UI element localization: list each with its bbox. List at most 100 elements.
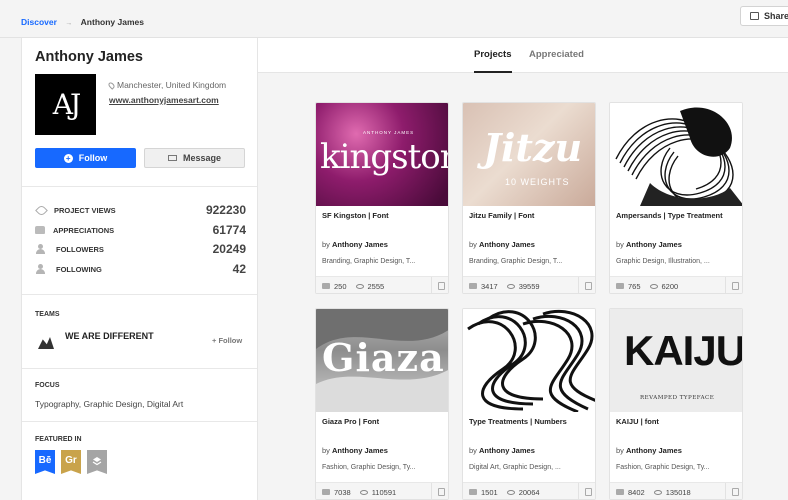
project-cover[interactable] [610,103,742,206]
project-title[interactable]: Jitzu Family | Font [469,211,534,220]
cover-subtitle: 10 WEIGHTS [505,177,570,187]
collection-icon[interactable] [725,277,742,293]
project-owner: by Anthony James [616,446,682,455]
by-prefix: by [322,240,330,249]
owner-name[interactable]: Anthony James [626,240,682,249]
project-owner: by Anthony James [469,446,535,455]
eye-icon [649,283,658,289]
stat-project-views: PROJECT VIEWS 922230 [35,203,246,217]
owner-name[interactable]: Anthony James [332,446,388,455]
project-fields: Fashion, Graphic Design, Ty... [322,464,416,471]
stat-value: 61774 [212,223,246,237]
project-cover[interactable]: KAIJU REVAMPED TYPEFACE [610,309,742,412]
share-button[interactable]: Share [740,6,788,26]
divider [22,368,257,369]
divider [22,421,257,422]
by-prefix: by [469,446,477,455]
owner-name[interactable]: Anthony James [332,240,388,249]
project-title[interactable]: Giaza Pro | Font [322,417,379,426]
plus-icon: + [63,153,73,163]
collection-icon[interactable] [578,483,595,499]
owner-name[interactable]: Anthony James [479,240,535,249]
project-title[interactable]: Ampersands | Type Treatment [616,211,723,220]
by-prefix: by [469,240,477,249]
project-fields: Branding, Graphic Design, T... [469,258,563,265]
ampersand-artwork [615,107,742,206]
collection-icon[interactable] [431,483,448,499]
tab-projects[interactable]: Projects [474,49,512,60]
behance-badge-icon[interactable]: Bē [35,450,55,474]
project-card[interactable]: KAIJU REVAMPED TYPEFACE KAIJU | font by … [609,308,743,500]
divider [22,186,257,187]
tabs-bar: Projects Appreciated [258,38,788,73]
by-prefix: by [616,446,624,455]
eye-icon [653,489,662,495]
team-name[interactable]: WE ARE DIFFERENT [65,331,154,341]
focus-text: Typography, Graphic Design, Digital Art [35,399,184,409]
stat-label: FOLLOWERS [56,244,104,254]
project-cover[interactable]: ANTHONY JAMES kingston [316,103,449,206]
project-fields: Branding, Graphic Design, T... [322,258,416,265]
breadcrumb-discover-link[interactable]: Discover [21,17,57,27]
likes-count: 7038 [334,487,351,497]
project-stats: 3417 39559 [463,276,595,293]
teams-title: TEAMS [35,311,60,318]
views-count: 110591 [371,487,397,497]
project-stats: 250 2555 [316,276,448,293]
eye-icon [35,203,48,217]
project-stats: 765 6200 [610,276,742,293]
project-cover[interactable]: Giaza [316,309,448,412]
thumbs-up-icon [35,226,45,234]
project-owner: by Anthony James [322,446,388,455]
breadcrumb: Discover → Anthony James [21,17,144,27]
project-title[interactable]: KAIJU | font [616,417,659,426]
stat-value: 922230 [205,203,246,217]
project-title[interactable]: Type Treatments | Numbers [469,417,567,426]
project-owner: by Anthony James [322,240,388,249]
website-link[interactable]: www.anthonyjamesart.com [109,95,219,105]
collection-icon[interactable] [431,277,448,293]
thumbs-up-icon [616,489,624,495]
views-count: 2555 [367,281,385,291]
team-logo[interactable] [35,332,57,354]
breadcrumb-arrow-icon: → [65,20,73,27]
project-card[interactable]: Ampersands | Type Treatment by Anthony J… [609,102,743,294]
project-cover[interactable] [463,309,595,412]
avatar[interactable]: AJ [35,74,96,135]
likes-count: 8402 [628,487,645,497]
share-icon [750,12,759,20]
likes-count: 250 [334,281,347,291]
eye-icon [506,489,515,495]
owner-name[interactable]: Anthony James [479,446,535,455]
project-cover[interactable]: Jitzu 10 WEIGHTS [463,103,595,206]
tab-appreciated[interactable]: Appreciated [529,49,584,60]
project-owner: by Anthony James [469,240,535,249]
divider [22,294,257,295]
collection-icon[interactable] [578,277,595,293]
follow-button[interactable]: + Follow [35,148,136,168]
thumbs-up-icon [616,283,624,289]
project-owner: by Anthony James [616,240,682,249]
team-follow-button[interactable]: + Follow [212,336,242,345]
project-fields: Graphic Design, Illustration, ... [616,258,710,265]
cover-title: kingston [320,137,449,177]
graphic-badge-icon[interactable]: Gr [61,450,81,474]
message-button[interactable]: Message [144,148,245,168]
cover-title: Giaza [322,335,445,380]
location-pin-icon [107,80,116,90]
stat-following[interactable]: FOLLOWING 42 [35,262,246,276]
collection-icon[interactable] [725,483,742,499]
project-card[interactable]: Giaza Giaza Pro | Font by Anthony James … [315,308,449,500]
project-card[interactable]: Jitzu 10 WEIGHTS Jitzu Family | Font by … [462,102,596,294]
stat-followers[interactable]: FOLLOWERS 20249 [35,242,246,256]
project-card[interactable]: ANTHONY JAMES kingston SF Kingston | Fon… [315,102,449,294]
project-card[interactable]: Type Treatments | Numbers by Anthony Jam… [462,308,596,500]
envelope-icon [167,155,177,161]
owner-name[interactable]: Anthony James [626,446,682,455]
thumbs-up-icon [322,283,330,289]
project-title[interactable]: SF Kingston | Font [322,211,389,220]
by-prefix: by [616,240,624,249]
layers-badge-icon[interactable] [87,450,107,474]
likes-count: 1501 [481,487,498,497]
user-plus-icon [35,264,48,274]
